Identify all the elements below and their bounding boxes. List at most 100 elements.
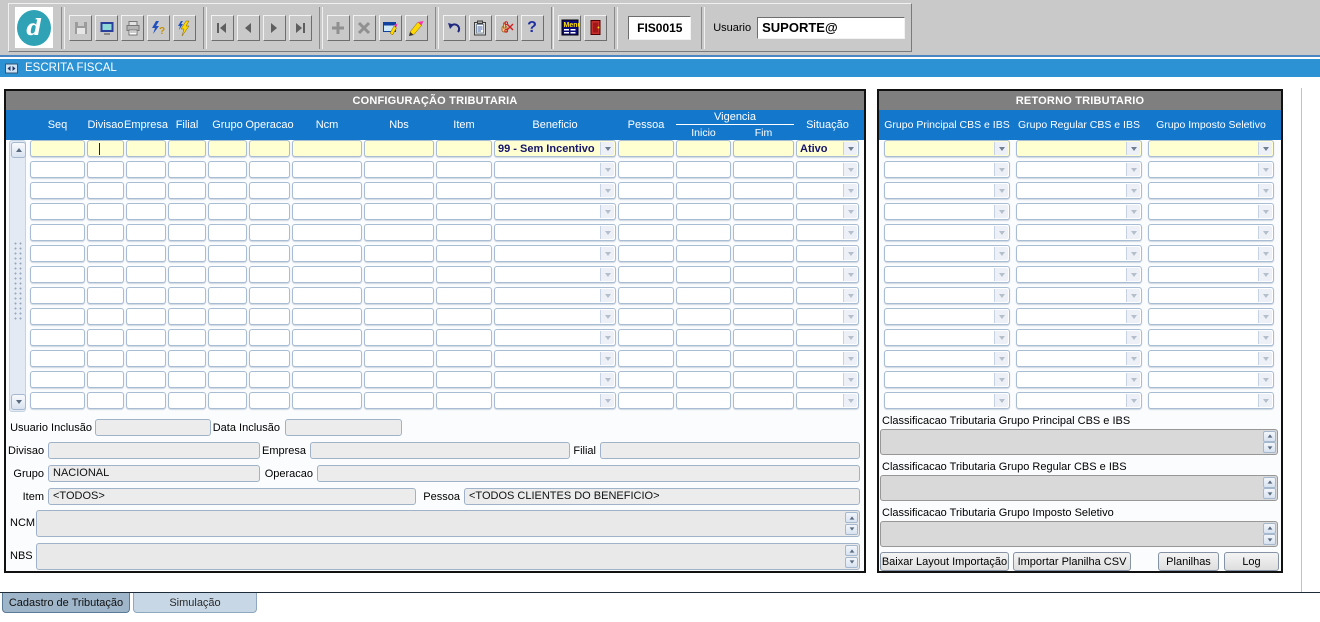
cell-item[interactable] xyxy=(436,161,492,178)
cell-ncm[interactable] xyxy=(292,161,362,178)
chevron-down-icon[interactable] xyxy=(994,352,1008,365)
cell-ncm[interactable] xyxy=(292,245,362,262)
cell-operacao[interactable] xyxy=(249,308,290,325)
chevron-down-icon[interactable] xyxy=(600,310,614,323)
chevron-down-icon[interactable] xyxy=(1258,226,1272,239)
cut-hand-button[interactable] xyxy=(495,15,518,41)
chevron-down-icon[interactable] xyxy=(994,184,1008,197)
chevron-down-icon[interactable] xyxy=(600,142,614,155)
cell-operacao[interactable] xyxy=(249,392,290,409)
cell-divisao[interactable] xyxy=(87,203,124,220)
cell-inicio[interactable] xyxy=(676,182,731,199)
cell-seq[interactable] xyxy=(30,182,85,199)
retorno-cell-dropdown[interactable] xyxy=(1016,203,1142,220)
cell-inicio[interactable] xyxy=(676,245,731,262)
cell-empresa[interactable] xyxy=(126,308,166,325)
nav-first-button[interactable] xyxy=(211,15,234,41)
cell-inicio[interactable] xyxy=(676,266,731,283)
cell-inicio[interactable] xyxy=(676,140,731,157)
cell-operacao[interactable] xyxy=(249,371,290,388)
chevron-down-icon[interactable] xyxy=(600,373,614,386)
cell-filial[interactable] xyxy=(168,224,206,241)
chevron-down-icon[interactable] xyxy=(994,394,1008,407)
retorno-cell-dropdown[interactable] xyxy=(884,203,1010,220)
spin-up-button[interactable] xyxy=(845,545,858,556)
undo-button[interactable] xyxy=(443,15,466,41)
cell-seq[interactable] xyxy=(30,224,85,241)
cell-ncm[interactable] xyxy=(292,140,362,157)
cell-grupo[interactable] xyxy=(208,182,247,199)
cell-item[interactable] xyxy=(436,203,492,220)
chevron-down-icon[interactable] xyxy=(600,184,614,197)
cell-seq[interactable] xyxy=(30,371,85,388)
chevron-down-icon[interactable] xyxy=(1126,268,1140,281)
classificacao-principal-textarea[interactable] xyxy=(880,429,1278,455)
cell-inicio[interactable] xyxy=(676,308,731,325)
cell-nbs[interactable] xyxy=(364,350,434,367)
cell-inicio[interactable] xyxy=(676,392,731,409)
chevron-down-icon[interactable] xyxy=(1126,394,1140,407)
cell-beneficio-dropdown[interactable] xyxy=(494,161,616,178)
cell-operacao[interactable] xyxy=(249,266,290,283)
cell-operacao[interactable] xyxy=(249,329,290,346)
clipboard-button[interactable] xyxy=(469,15,492,41)
chevron-down-icon[interactable] xyxy=(600,247,614,260)
cell-grupo[interactable] xyxy=(208,266,247,283)
cell-filial[interactable] xyxy=(168,161,206,178)
cell-operacao[interactable] xyxy=(249,203,290,220)
cell-fim[interactable] xyxy=(733,371,794,388)
chevron-down-icon[interactable] xyxy=(994,226,1008,239)
save-button[interactable] xyxy=(69,15,92,41)
cell-empresa[interactable] xyxy=(126,140,166,157)
cell-situacao-dropdown[interactable] xyxy=(796,392,859,409)
cell-ncm[interactable] xyxy=(292,203,362,220)
cell-pessoa[interactable] xyxy=(618,224,674,241)
cell-empresa[interactable] xyxy=(126,350,166,367)
cell-grupo[interactable] xyxy=(208,329,247,346)
cell-ncm[interactable] xyxy=(292,329,362,346)
data-inclusao-field[interactable] xyxy=(285,419,402,436)
cell-grupo[interactable] xyxy=(208,203,247,220)
chevron-down-icon[interactable] xyxy=(843,394,857,407)
cell-fim[interactable] xyxy=(733,266,794,283)
cell-divisao[interactable] xyxy=(87,224,124,241)
retorno-cell-dropdown[interactable] xyxy=(1016,371,1142,388)
operacao-field[interactable] xyxy=(317,465,860,482)
cell-beneficio-dropdown[interactable] xyxy=(494,224,616,241)
retorno-cell-dropdown[interactable] xyxy=(1148,182,1274,199)
chevron-down-icon[interactable] xyxy=(1258,163,1272,176)
pencil-button[interactable] xyxy=(405,15,428,41)
cell-divisao[interactable] xyxy=(87,308,124,325)
cell-filial[interactable] xyxy=(168,182,206,199)
cell-pessoa[interactable] xyxy=(618,287,674,304)
cell-item[interactable] xyxy=(436,392,492,409)
nav-next-button[interactable] xyxy=(263,15,286,41)
cell-nbs[interactable] xyxy=(364,371,434,388)
nav-prev-button[interactable] xyxy=(237,15,260,41)
cell-beneficio-dropdown[interactable] xyxy=(494,182,616,199)
cell-pessoa[interactable] xyxy=(618,161,674,178)
retorno-cell-dropdown[interactable] xyxy=(884,308,1010,325)
cell-fim[interactable] xyxy=(733,224,794,241)
cell-nbs[interactable] xyxy=(364,140,434,157)
cell-beneficio-dropdown[interactable] xyxy=(494,245,616,262)
cell-grupo[interactable] xyxy=(208,392,247,409)
chevron-down-icon[interactable] xyxy=(843,184,857,197)
cell-grupo[interactable] xyxy=(208,308,247,325)
cell-item[interactable] xyxy=(436,245,492,262)
cell-item[interactable] xyxy=(436,287,492,304)
cell-beneficio-dropdown[interactable] xyxy=(494,371,616,388)
cell-situacao-dropdown[interactable] xyxy=(796,203,859,220)
cell-ncm[interactable] xyxy=(292,266,362,283)
chevron-down-icon[interactable] xyxy=(1126,184,1140,197)
cell-filial[interactable] xyxy=(168,287,206,304)
grupo-field[interactable]: NACIONAL xyxy=(48,465,260,482)
cell-inicio[interactable] xyxy=(676,287,731,304)
chevron-down-icon[interactable] xyxy=(994,268,1008,281)
cell-nbs[interactable] xyxy=(364,161,434,178)
chevron-down-icon[interactable] xyxy=(1258,331,1272,344)
chevron-down-icon[interactable] xyxy=(843,205,857,218)
cell-item[interactable] xyxy=(436,140,492,157)
spin-down-button[interactable] xyxy=(1263,534,1276,545)
chevron-down-icon[interactable] xyxy=(843,163,857,176)
